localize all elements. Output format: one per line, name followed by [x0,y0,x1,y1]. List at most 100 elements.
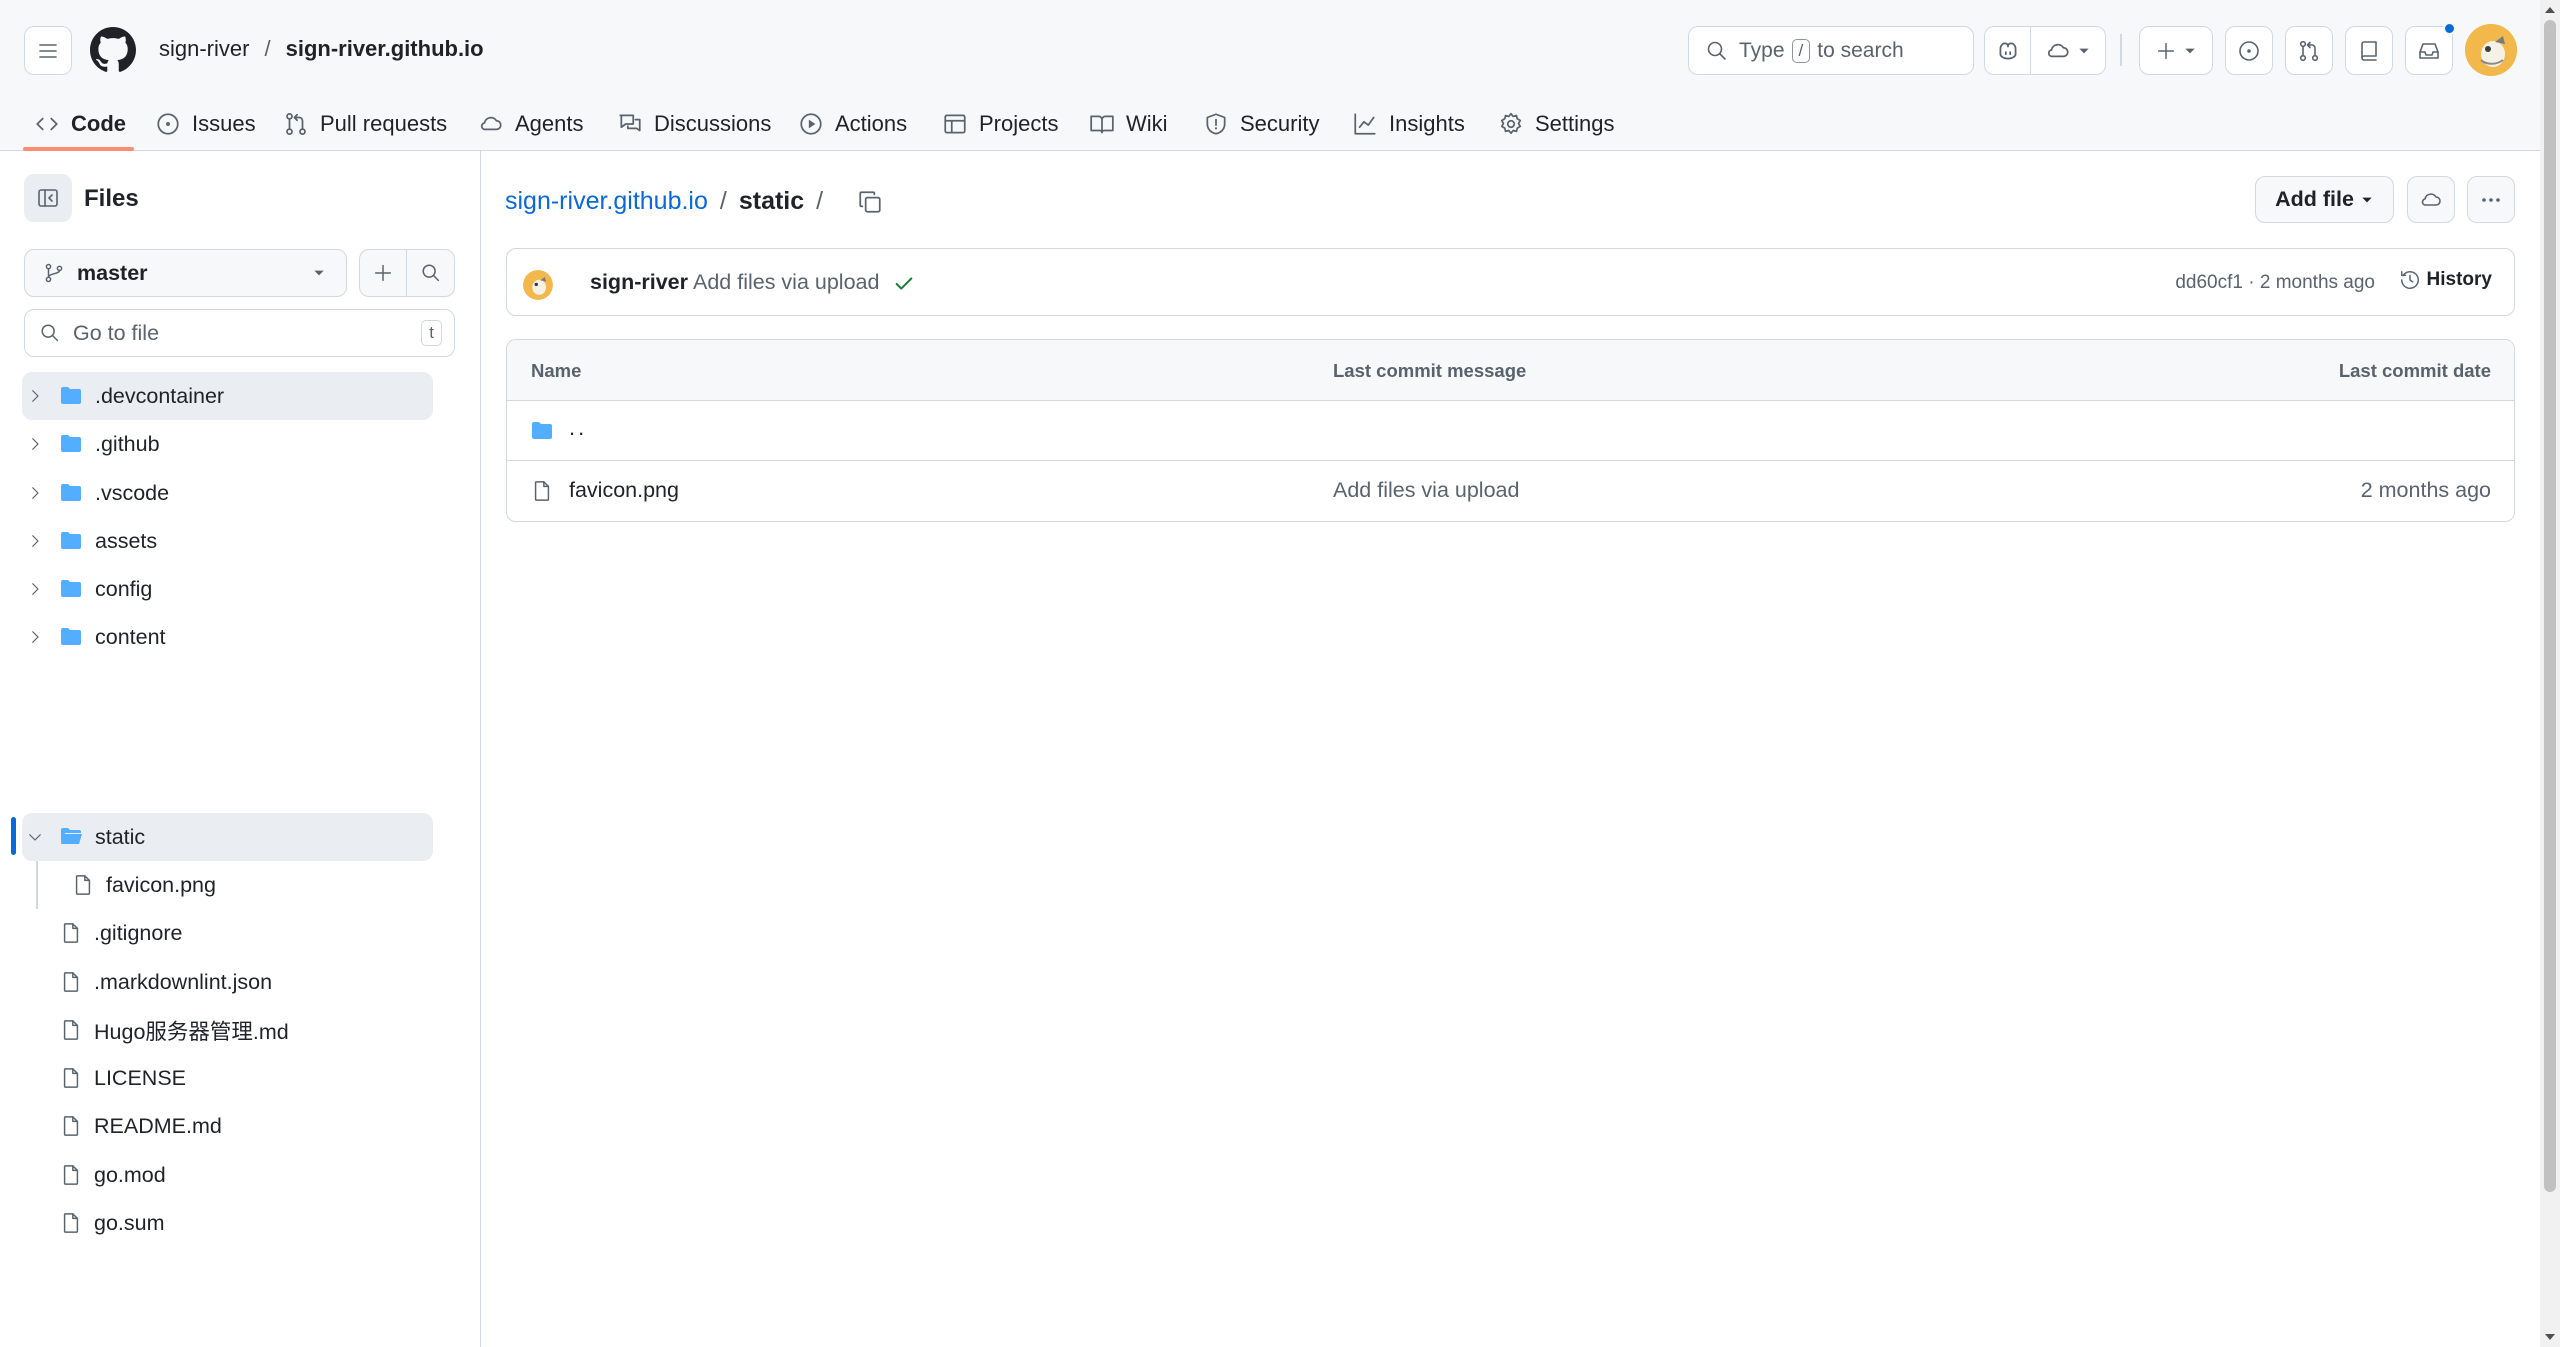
copy-icon [859,190,881,213]
history-button[interactable]: History [2399,269,2492,291]
file-commit-date: 2 months ago [2360,478,2491,502]
tab-settings[interactable]: Settings [1498,97,1615,151]
tab-security[interactable]: Security [1203,97,1319,151]
search-files-button[interactable] [406,249,455,297]
github-logo[interactable] [90,27,136,73]
breadcrumb-repo-link[interactable]: sign-river.github.io [505,187,708,216]
branch-selector[interactable]: master [24,249,347,297]
tree-item-config[interactable]: config [22,565,433,613]
tab-wiki[interactable]: Wiki [1089,97,1168,151]
more-options-button[interactable] [2467,176,2515,223]
file-icon [75,875,91,895]
commit-author-avatar[interactable] [523,270,553,300]
search-icon [41,324,59,342]
tree-item-label: assets [95,528,158,553]
copilot-menu-button[interactable] [2030,26,2106,75]
avatar-image-icon [2465,24,2517,76]
page-scrollbar[interactable] [2540,0,2560,1347]
tree-item-markdownlint[interactable]: .markdownlint.json [22,958,433,1006]
tree-item-github[interactable]: .github [22,420,433,468]
tree-item-gitignore[interactable]: .gitignore [22,909,433,957]
tab-insights[interactable]: Insights [1352,97,1465,151]
graph-icon [1354,113,1376,135]
tree-item-devcontainer[interactable]: .devcontainer [22,372,433,420]
chevron-down-icon [2185,48,2195,53]
tree-item-readme[interactable]: README.md [22,1102,433,1150]
file-commit-message[interactable]: Add files via upload [1333,478,1519,503]
avatar-image-icon [523,270,553,300]
create-new-button[interactable] [2139,26,2213,75]
hamburger-icon [39,43,57,58]
tree-item-go-sum[interactable]: go.sum [22,1199,433,1247]
upload-button[interactable] [2407,176,2455,223]
tab-code[interactable]: Code [34,97,126,151]
tab-projects[interactable]: Projects [942,97,1058,151]
plus-icon [374,264,392,282]
tree-item-label: go.sum [94,1210,165,1235]
gear-icon [1500,112,1522,135]
column-name-header: Name [531,360,582,381]
tab-pull-requests[interactable]: Pull requests [283,97,447,151]
tree-item-assets[interactable]: assets [22,517,433,565]
repo-name-link[interactable]: sign-river.github.io [286,36,484,62]
repo-owner-link[interactable]: sign-river [159,36,249,62]
add-file-sidebar-button[interactable] [359,249,407,297]
go-to-file-input[interactable]: Go to file t [24,309,455,357]
tab-actions-label: Actions [835,111,908,136]
tree-item-vscode[interactable]: .vscode [22,469,433,517]
scrollbar-thumb[interactable] [2544,20,2556,1192]
tab-issues[interactable]: Issues [155,97,256,151]
copilot-icon [1999,42,2017,59]
folder-icon [61,532,81,549]
issues-button[interactable] [2225,26,2273,75]
tree-item-hugo-md[interactable]: Hugo服务器管理.md [22,1006,433,1054]
tab-wiki-label: Wiki [1126,111,1168,136]
tree-item-label: README.md [94,1113,222,1138]
folder-icon [532,422,552,439]
table-row-parent[interactable]: .. [507,401,2514,461]
copilot-button[interactable] [1984,26,2032,75]
commit-sha-time[interactable]: dd60cf1 · 2 months ago [2175,272,2375,294]
repo-title: sign-river / sign-river.github.io [159,36,484,62]
check-icon[interactable] [893,273,915,295]
avatar[interactable] [2465,24,2517,76]
sidebar-collapse-icon [38,189,58,207]
tab-pull-requests-label: Pull requests [320,111,448,136]
tree-item-content[interactable]: content [22,613,433,661]
copy-path-button[interactable] [857,189,883,215]
menu-button[interactable] [24,26,72,75]
tree-item-label: go.mod [94,1162,166,1187]
parent-directory-link[interactable]: .. [569,415,587,441]
inbox-icon [2419,42,2439,59]
file-name-link[interactable]: favicon.png [569,478,679,503]
plus-icon [2157,42,2175,59]
folder-icon [61,484,81,501]
commit-author[interactable]: sign-river [590,270,688,295]
kebab-horizontal-icon [2482,197,2500,202]
tree-item-go-mod[interactable]: go.mod [22,1151,433,1199]
chevron-right-icon [32,631,39,643]
tree-item-label: config [95,576,153,601]
tree-item-favicon[interactable]: favicon.png [22,861,433,909]
tab-agents[interactable]: Agents [478,97,584,151]
add-file-button[interactable]: Add file [2255,176,2394,223]
file-tree-sidebar: Files master Go to file t .devcontainer … [0,151,481,1347]
commit-message[interactable]: Add files via upload [693,270,879,295]
tab-actions[interactable]: Actions [798,97,907,151]
tree-item-license[interactable]: LICENSE [22,1054,433,1102]
table-row[interactable]: favicon.png Add files via upload 2 month… [507,461,2514,521]
tab-discussions[interactable]: Discussions [617,97,771,151]
tree-item-static[interactable]: static [22,813,433,861]
repositories-button[interactable] [2345,26,2393,75]
file-table: Name Last commit message Last commit dat… [506,339,2515,522]
chevron-down-icon [29,834,41,841]
main-content: sign-river.github.io / static / Add file… [483,151,2540,1347]
folder-icon [61,435,81,452]
pull-requests-button[interactable] [2285,26,2333,75]
issue-icon [157,113,179,135]
search-input[interactable]: Type / to search [1688,26,1974,75]
tree-item-label: Hugo服务器管理.md [94,1019,289,1044]
tree-item-label: favicon.png [106,872,216,897]
collapse-sidebar-button[interactable] [24,174,72,222]
tree-item-label: .devcontainer [95,383,225,408]
